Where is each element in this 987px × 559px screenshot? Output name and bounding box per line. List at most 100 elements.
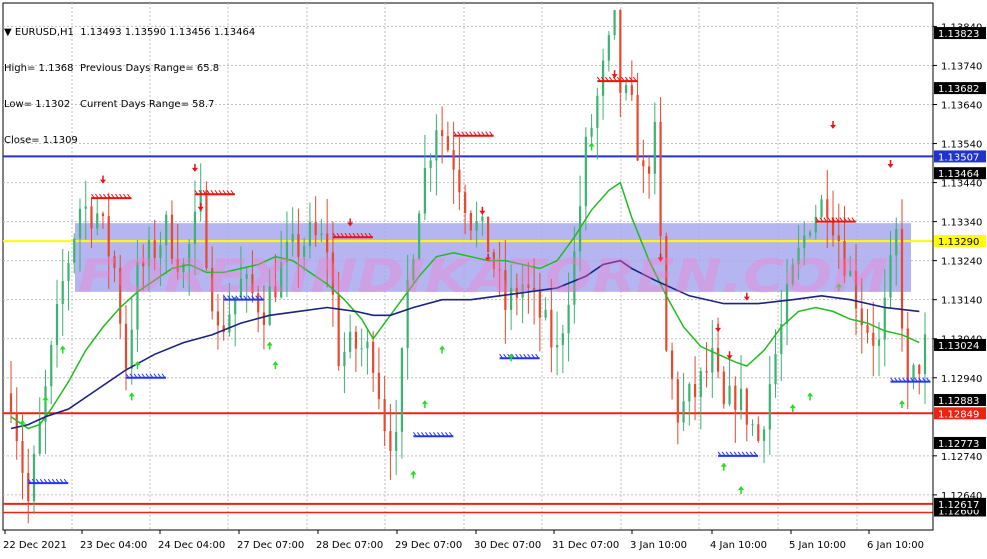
candle-bear: [647, 166, 651, 174]
x-tick-label: 28 Dec 07:00: [316, 540, 383, 551]
x-tick-label: 23 Dec 04:00: [80, 540, 147, 551]
candle-bull: [883, 297, 886, 340]
y-tick-label: 1.13140: [941, 296, 982, 307]
candle-bull: [308, 222, 312, 247]
candle-bull: [556, 345, 559, 348]
candle-bull: [395, 431, 398, 451]
candle-bear: [262, 312, 266, 325]
candle-bull: [584, 136, 587, 207]
x-tick-label: 3 Jan 10:00: [630, 540, 687, 551]
y-tick-label: 1.13540: [941, 140, 982, 151]
candle-bull: [55, 303, 59, 345]
y-tick-label: 1.13240: [941, 257, 982, 268]
candle-bear: [900, 228, 904, 329]
candle-bull: [32, 453, 36, 502]
candle-bull: [360, 348, 363, 350]
candle-bull: [61, 281, 64, 304]
candle-bull: [228, 314, 231, 333]
candle-bull: [38, 421, 41, 454]
candle-bear: [716, 347, 720, 372]
symbol-line: ▼ EURUSD,H1 1.13493 1.13590 1.13456 1.13…: [4, 27, 256, 38]
candle-bull: [561, 333, 564, 346]
candle-bear: [337, 294, 340, 367]
info-row-low: Low= 1.1302 Current Days Range= 58.7: [4, 99, 255, 111]
candle-bull: [423, 168, 426, 214]
high-label: High= 1.1368: [4, 63, 74, 74]
prev-range-label: Previous Days Range= 65.8: [80, 63, 220, 74]
price-tag-label: 1.13682: [938, 84, 979, 95]
candle-bull: [820, 199, 823, 217]
x-tick-label: 29 Dec 07:00: [395, 540, 462, 551]
price-tag-label: 1.12883: [938, 396, 979, 407]
level-tag-label: 1.13507: [938, 152, 979, 163]
candle-bear: [124, 323, 128, 369]
candle-bear: [372, 341, 375, 373]
candle-bull: [739, 388, 743, 410]
candle-bear: [27, 472, 30, 502]
candle-bull: [429, 160, 432, 169]
candle-bull: [130, 329, 133, 369]
candle-bear: [21, 441, 24, 473]
candle-bear: [314, 222, 317, 236]
close-label: Close= 1.1309: [4, 135, 78, 146]
candle-bull: [475, 221, 478, 231]
candle-bull: [607, 35, 610, 61]
candle-bull: [84, 206, 87, 209]
candle-bull: [768, 384, 771, 430]
candle-bull: [73, 238, 76, 264]
candle-bull: [751, 424, 754, 426]
low-label: Low= 1.1302: [4, 99, 71, 110]
candle-bull: [96, 213, 99, 229]
candle-bear: [487, 216, 490, 253]
x-tick-label: 24 Dec 04:00: [158, 540, 225, 551]
curr-range-label: Current Days Range= 58.7: [80, 99, 215, 110]
candle-bull: [912, 364, 915, 382]
level-tag-label: 1.13290: [938, 237, 979, 248]
candle-bull: [50, 344, 53, 387]
candle-bear: [826, 199, 829, 218]
candle-bull: [682, 401, 685, 423]
candle-bear: [550, 309, 553, 348]
y-tick-label: 1.13440: [941, 179, 982, 190]
candle-bull: [165, 214, 168, 246]
candle-bull: [596, 95, 599, 128]
candle-bull: [481, 216, 484, 222]
trading-chart[interactable]: FOREXINDIKATOREN.COM 1.12640 1.12740 1.129…: [0, 0, 987, 555]
candle-bull: [590, 127, 593, 137]
candle-bear: [458, 169, 461, 193]
x-tick-label: 4 Jan 10:00: [710, 540, 767, 551]
price-tag-label: 1.13823: [938, 29, 979, 40]
level-tag-label: 1.12617: [938, 500, 979, 511]
y-tick-label: 1.13640: [941, 100, 982, 111]
candle-bull: [567, 304, 570, 334]
candle-bull: [923, 334, 927, 375]
candle-bear: [90, 206, 93, 229]
symbol-line-text: EURUSD,H1 1.13493 1.13590 1.13456 1.1346…: [14, 27, 256, 38]
y-tick-label: 1.13340: [941, 218, 982, 229]
info-row-high: High= 1.1368 Previous Days Range= 65.8: [4, 63, 255, 75]
candle-bear: [464, 192, 467, 213]
candle-bear: [354, 331, 358, 349]
candle-bear: [441, 130, 444, 137]
candle-bear: [872, 332, 875, 346]
candle-bull: [877, 339, 881, 346]
candle-bull: [762, 429, 766, 441]
price-tag-label: 1.13464: [938, 169, 979, 180]
candle-bear: [676, 379, 679, 423]
candle-bear: [222, 325, 225, 333]
candle-bear: [757, 424, 760, 441]
candle-bear: [446, 136, 449, 151]
candle-bear: [918, 364, 921, 375]
candle-bear: [469, 212, 472, 231]
watermark-text: FOREXINDIKATOREN.COM: [78, 249, 888, 303]
candle-bear: [377, 372, 380, 400]
x-tick-label: 22 Dec 2021: [3, 540, 67, 551]
candle-bear: [705, 371, 708, 373]
candle-bear: [866, 325, 869, 333]
chart-info-panel: ▼ EURUSD,H1 1.13493 1.13590 1.13456 1.13…: [4, 3, 255, 171]
candle-bull: [78, 208, 82, 239]
y-tick-label: 1.13740: [941, 61, 982, 72]
candle-bear: [636, 94, 639, 161]
candle-bear: [642, 160, 645, 167]
candle-bull: [889, 255, 892, 298]
